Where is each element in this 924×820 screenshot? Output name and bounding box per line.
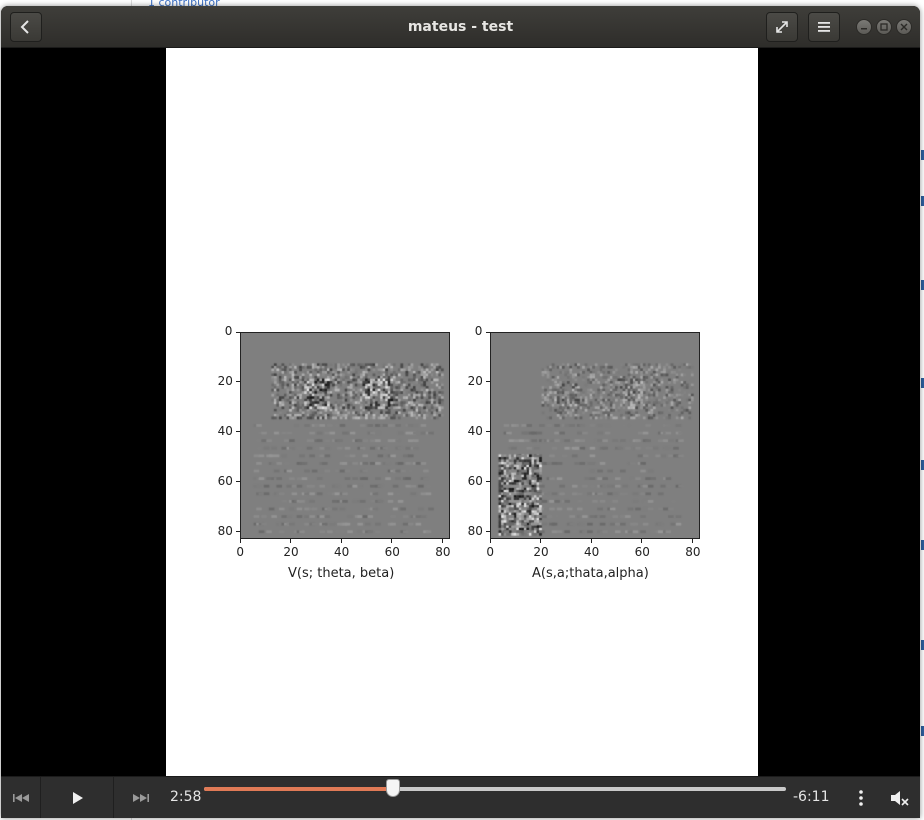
video-player-window: mateus - test 0 20 40 60 80 0 20 40 60 8…: [1, 6, 920, 818]
volume-muted-icon: [891, 791, 909, 806]
y-tick-mark-advantage: [486, 331, 490, 333]
menu-button[interactable]: [808, 12, 840, 42]
fullscreen-icon: [776, 21, 788, 33]
x-tick-label-advantage: 20: [533, 545, 549, 559]
x-tick-mark-advantage: [641, 539, 643, 543]
y-tick-label-value: 20: [217, 373, 233, 388]
play-button[interactable]: [42, 777, 114, 818]
video-area[interactable]: 0 20 40 60 80 0 20 40 60 80 V(s; theta, beta) 0 20…: [1, 48, 920, 776]
heatmap-image-advantage: [490, 332, 700, 539]
y-tick-label-advantage: 20: [467, 373, 483, 388]
remaining-time: -6:11: [793, 789, 830, 805]
more-options-button[interactable]: [849, 777, 873, 818]
fullscreen-button[interactable]: [766, 12, 798, 42]
y-tick-mark-advantage: [486, 381, 490, 383]
y-tick-mark-value: [236, 331, 240, 333]
x-tick-label-value: 60: [384, 545, 400, 559]
background-right-edge: [920, 0, 924, 820]
x-tick-mark-advantage: [540, 539, 542, 543]
seek-bar[interactable]: [204, 779, 786, 797]
y-tick-label-value: 60: [217, 473, 233, 488]
close-button[interactable]: [896, 19, 912, 35]
more-vertical-icon: [859, 790, 863, 806]
y-tick-mark-value: [236, 431, 240, 433]
x-tick-mark-advantage: [691, 539, 693, 543]
minimize-icon: [861, 28, 867, 30]
elapsed-time: 2:58: [170, 789, 202, 805]
y-tick-mark-value: [236, 481, 240, 483]
seek-bar-progress: [204, 787, 394, 791]
y-tick-mark-advantage: [486, 531, 490, 533]
volume-button[interactable]: [885, 777, 915, 818]
previous-button[interactable]: [1, 777, 41, 818]
heatmap-xlabel-value: V(s; theta, beta): [288, 566, 395, 581]
title-bar: mateus - test: [1, 6, 920, 48]
chevron-left-icon: [20, 20, 29, 34]
maximize-icon: [880, 23, 888, 31]
x-tick-mark-advantage: [489, 539, 491, 543]
y-tick-label-advantage: 0: [474, 324, 483, 338]
back-button[interactable]: [10, 12, 42, 42]
minimize-button[interactable]: [856, 19, 872, 35]
skip-next-icon: [132, 794, 149, 802]
y-tick-mark-value: [236, 531, 240, 533]
x-tick-label-advantage: 0: [486, 545, 495, 559]
y-tick-mark-advantage: [486, 431, 490, 433]
close-icon: [900, 23, 908, 31]
x-tick-mark-value: [340, 539, 342, 543]
maximize-button[interactable]: [876, 19, 892, 35]
player-controls: 2:58 -6:11: [1, 776, 920, 818]
x-tick-mark-value: [290, 539, 292, 543]
y-tick-label-advantage: 60: [467, 473, 483, 488]
y-tick-mark-advantage: [486, 481, 490, 483]
seek-bar-handle[interactable]: [386, 779, 401, 797]
x-tick-label-value: 0: [236, 545, 245, 559]
x-tick-mark-value: [239, 539, 241, 543]
x-tick-label-advantage: 40: [584, 545, 600, 559]
hamburger-menu-icon: [818, 22, 830, 32]
video-frame: 0 20 40 60 80 0 20 40 60 80 V(s; theta, beta) 0 20…: [166, 48, 758, 776]
y-tick-label-value: 40: [217, 423, 233, 438]
x-tick-label-value: 20: [283, 545, 299, 559]
x-tick-label-advantage: 80: [685, 545, 701, 559]
heatmap-canvas-advantage: [491, 333, 699, 538]
y-tick-label-value: 80: [217, 523, 233, 538]
x-tick-label-advantage: 60: [634, 545, 650, 559]
x-tick-label-value: 40: [334, 545, 350, 559]
next-button[interactable]: [115, 777, 166, 818]
y-tick-mark-value: [236, 381, 240, 383]
heatmap-xlabel-advantage: A(s,a;thata,alpha): [532, 566, 649, 581]
y-tick-label-value: 0: [224, 324, 233, 338]
y-tick-label-advantage: 40: [467, 423, 483, 438]
heatmap-panel-advantage: 0 20 40 60 80 0 20 40 60 80 A(s,a;thata,alpha): [416, 48, 716, 776]
play-icon: [72, 792, 83, 804]
y-tick-label-advantage: 80: [467, 523, 483, 538]
x-tick-mark-advantage: [590, 539, 592, 543]
x-tick-mark-value: [391, 539, 393, 543]
skip-previous-icon: [12, 794, 29, 802]
